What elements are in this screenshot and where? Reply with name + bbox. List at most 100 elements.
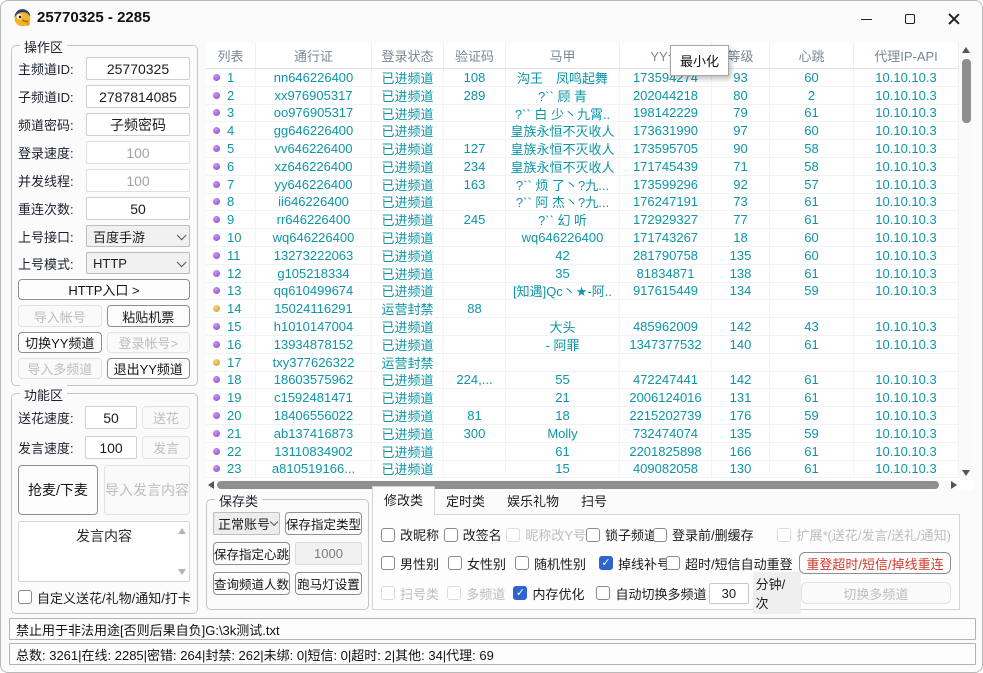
col-list[interactable]: 列表 — [206, 43, 256, 68]
table-cell: 61 — [770, 211, 854, 228]
save-type-button[interactable]: 保存指定类型 — [285, 512, 362, 535]
table-cell: 35 — [506, 265, 620, 282]
table-row[interactable]: 19c1592481471已进频道2120061240161316110.10.… — [206, 389, 959, 407]
query-channel-count-button[interactable]: 查询频道人数 — [213, 572, 290, 595]
table-row[interactable]: 17txy377626322运营封禁 — [206, 354, 959, 372]
option-checkbox[interactable]: 自动切换多频道 — [596, 584, 709, 603]
sub-channel-label: 子频道ID: — [18, 87, 82, 106]
login-mode-select[interactable]: HTTP — [86, 252, 190, 274]
status-dot-icon — [213, 234, 220, 241]
option-checkbox[interactable]: 改签名 — [444, 525, 507, 544]
tab-action-button[interactable]: 重登超时/短信/掉线重连 — [799, 552, 951, 574]
vertical-scrollbar[interactable] — [959, 43, 973, 480]
table-cell: 13110834902 — [256, 443, 372, 460]
checkbox-icon — [586, 528, 600, 542]
channel-password-input[interactable]: 子频密码 — [86, 113, 190, 136]
close-button[interactable] — [938, 9, 970, 29]
option-checkbox[interactable]: 随机性别 — [515, 554, 599, 573]
col-proxy[interactable]: 代理IP-API — [854, 43, 959, 68]
scroll-left-icon[interactable] — [208, 481, 214, 489]
exit-channel-button[interactable]: 退出YY频道 — [107, 358, 191, 379]
switch-channel-button[interactable]: 切换YY频道 — [18, 332, 102, 353]
tab-modify[interactable]: 修改类 — [372, 486, 435, 515]
col-vest[interactable]: 马甲 — [506, 43, 620, 68]
scroll-down-icon[interactable] — [178, 569, 186, 575]
http-entry-button[interactable]: HTTP入口 > — [18, 279, 190, 300]
col-passport[interactable]: 通行证 — [256, 43, 372, 68]
table-cell: 61 — [770, 389, 854, 406]
table-row[interactable]: 21ab137416873已进频道300Molly732474074135591… — [206, 425, 959, 443]
main-channel-input[interactable]: 25770325 — [86, 57, 190, 80]
option-checkbox[interactable]: 男性别 — [381, 554, 448, 573]
col-login-status[interactable]: 登录状态 — [372, 43, 444, 68]
table-cell: 已进频道 — [372, 194, 444, 211]
interval-minutes-input[interactable]: 30 — [709, 583, 749, 604]
option-checkbox[interactable]: 内存优化 — [513, 584, 596, 603]
login-api-select[interactable]: 百度手游 — [86, 225, 190, 247]
save-heartbeat-button[interactable]: 保存指定心跳 — [213, 542, 290, 565]
scroll-down-icon[interactable] — [962, 470, 970, 476]
table-row[interactable]: 1415024116291运营封禁88 — [206, 300, 959, 318]
custom-gift-checkbox[interactable]: 自定义送花/礼物/通知/打卡 — [18, 588, 190, 607]
scroll-up-icon[interactable] — [178, 528, 186, 534]
vertical-scroll-thumb[interactable] — [962, 59, 971, 123]
row-index-cell: 19 — [206, 389, 256, 406]
sub-channel-input[interactable]: 2787814085 — [86, 85, 190, 108]
table-row[interactable]: 1613934878152已进频道- 阿罪13473775321406110.1… — [206, 336, 959, 354]
table-cell: 138 — [712, 265, 770, 282]
reconnect-count-input[interactable]: 50 — [86, 197, 190, 220]
table-cell: 18 — [506, 407, 620, 424]
scroll-up-icon[interactable] — [962, 47, 970, 53]
marquee-settings-button[interactable]: 跑马灯设置 — [295, 572, 362, 595]
option-checkbox[interactable]: 掉线补号 — [599, 554, 666, 573]
speech-content-textarea[interactable]: 发言内容 — [18, 521, 190, 582]
speak-speed-input[interactable]: 100 — [85, 436, 137, 459]
table-row[interactable]: 4gg646226400已进频道皇族永恒不灭收人173631990976010.… — [206, 122, 959, 140]
maximize-button[interactable] — [894, 9, 926, 29]
table-row[interactable]: 13qq610499674已进频道[知遇]Qc丶★-阿..91761544913… — [206, 283, 959, 301]
tab-scan[interactable]: 扫号 — [570, 488, 618, 514]
account-type-select[interactable]: 正常账号 — [213, 512, 280, 535]
col-heartbeat[interactable]: 心跳 — [770, 43, 854, 68]
table-row[interactable]: 1113273222063已进频道422817907581356010.10.1… — [206, 247, 959, 265]
table-row[interactable]: 10wq646226400已进频道wq646226400171743267186… — [206, 229, 959, 247]
checkbox-icon — [448, 556, 462, 570]
option-checkbox[interactable]: 女性别 — [448, 554, 515, 573]
option-checkbox[interactable]: 改昵称 — [381, 525, 444, 544]
table-row[interactable]: 12g105218334已进频道35818348711386110.10.10.… — [206, 265, 959, 283]
minimize-button[interactable] — [850, 9, 882, 29]
grab-mic-button[interactable]: 抢麦/下麦 — [18, 465, 98, 514]
option-checkbox[interactable]: 超时/短信自动重登 — [666, 554, 799, 573]
option-checkbox[interactable]: 锁子频道 — [586, 525, 653, 544]
table-cell: 173631990 — [620, 122, 712, 139]
table-cell: 61 — [770, 194, 854, 211]
tab-entertainment-gift[interactable]: 娱乐礼物 — [496, 488, 570, 514]
table-row[interactable]: 1nn646226400已进频道108沟王 凤鸣起舞17359427493601… — [206, 69, 959, 87]
chevron-down-icon — [270, 518, 278, 526]
login-api-label: 上号接口: — [18, 227, 82, 246]
table-cell — [506, 300, 620, 317]
table-row[interactable]: 3oo976905317已进频道?`` 白 少丶九霄..198142229796… — [206, 105, 959, 123]
table-row[interactable]: 15h1010147004已进频道大头4859620091424310.10.1… — [206, 318, 959, 336]
login-accounts-button: 登录帐号> — [107, 332, 191, 353]
scroll-right-icon[interactable] — [951, 481, 957, 489]
table-row[interactable]: 9rr646226400已进频道245?`` 幻 听17292932777611… — [206, 211, 959, 229]
table-row[interactable]: 7yy646226400已进频道163?`` 烦 了丶?九...17359929… — [206, 176, 959, 194]
option-checkbox[interactable]: 登录前/删缓存 — [653, 525, 777, 544]
col-captcha[interactable]: 验证码 — [444, 43, 506, 68]
table-row[interactable]: 5vv646226400已进频道127皇族永恒不灭收人1735957059058… — [206, 140, 959, 158]
table-row[interactable]: 1818603575962已进频道224,...5547224744114261… — [206, 372, 959, 390]
table-row[interactable]: 2213110834902已进频道6122018258981666110.10.… — [206, 443, 959, 461]
tab-timer[interactable]: 定时类 — [435, 488, 496, 514]
table-row[interactable]: 6xz646226400已进频道234皇族永恒不灭收人1717454397158… — [206, 158, 959, 176]
table-row[interactable]: 2xx976905317已进频道289?`` 顾 青20204421880210… — [206, 87, 959, 105]
table-cell: g105218334 — [256, 265, 372, 282]
table-row[interactable]: 23a810519166...已进频道154090820581306110.10… — [206, 461, 959, 479]
paste-tickets-button[interactable]: 粘贴机票 — [107, 305, 191, 326]
table-cell: 运营封禁 — [372, 354, 444, 371]
table-row[interactable]: 8ii646226400已进频道?`` 阿 杰丶?九...17624719173… — [206, 194, 959, 212]
flower-speed-input[interactable]: 50 — [85, 406, 137, 429]
table-cell: ab137416873 — [256, 425, 372, 442]
table-row[interactable]: 2018406556022已进频道811822152027391765910.1… — [206, 407, 959, 425]
table-cell: 已进频道 — [372, 283, 444, 300]
